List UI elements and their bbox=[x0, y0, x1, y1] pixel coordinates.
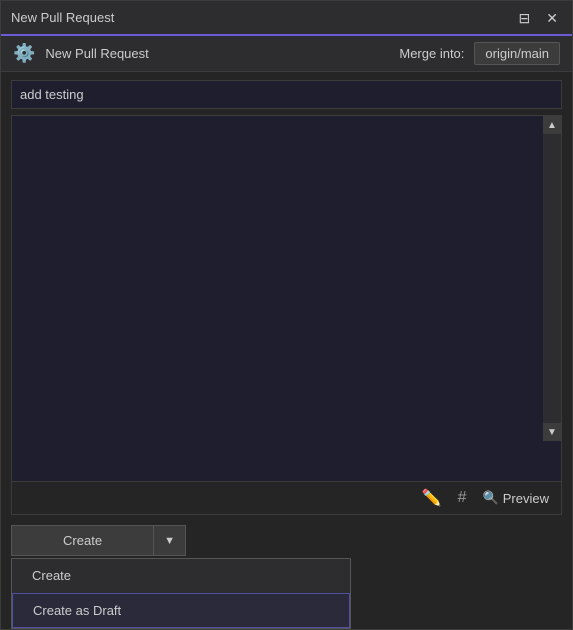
create-button[interactable]: Create bbox=[11, 525, 153, 556]
scroll-track bbox=[543, 134, 561, 423]
pin-icon: ⊟ bbox=[519, 10, 531, 26]
create-button-group: Create ▼ bbox=[11, 525, 186, 556]
editor-scrollbar: ▲ ▼ bbox=[543, 116, 561, 441]
description-textarea[interactable] bbox=[12, 116, 561, 481]
editor-toolbar: ✏️ # 🔍 Preview bbox=[12, 481, 561, 514]
create-dropdown-toggle[interactable]: ▼ bbox=[153, 525, 186, 556]
toolbar: ⚙️ New Pull Request Merge into: origin/m… bbox=[1, 36, 572, 72]
title-bar: New Pull Request ⊟ ✕ bbox=[1, 1, 572, 36]
chevron-down-icon: ▼ bbox=[164, 535, 175, 547]
title-bar-actions: ⊟ ✕ bbox=[515, 9, 562, 27]
window-title: New Pull Request bbox=[11, 10, 515, 25]
pr-icon: ⚙️ bbox=[13, 43, 35, 64]
edit-tool-button[interactable]: ✏️ bbox=[418, 486, 446, 510]
scroll-down-button[interactable]: ▼ bbox=[543, 423, 561, 441]
close-button[interactable]: ✕ bbox=[542, 9, 562, 27]
preview-label: Preview bbox=[503, 491, 549, 506]
hash-icon: # bbox=[458, 489, 467, 507]
preview-button[interactable]: 🔍 Preview bbox=[479, 488, 553, 508]
scroll-up-button[interactable]: ▲ bbox=[543, 116, 561, 134]
create-menu-item[interactable]: Create bbox=[12, 559, 350, 592]
create-as-draft-menu-item[interactable]: Create as Draft bbox=[12, 593, 350, 628]
description-editor: ▲ ▼ ✏️ # 🔍 Preview bbox=[11, 115, 562, 515]
toolbar-label: New Pull Request bbox=[45, 46, 148, 61]
branch-label: origin/main bbox=[474, 42, 560, 65]
new-pull-request-window: New Pull Request ⊟ ✕ ⚙️ New Pull Request… bbox=[0, 0, 573, 630]
preview-icon: 🔍 bbox=[483, 490, 499, 506]
hash-tool-button[interactable]: # bbox=[454, 487, 471, 509]
pencil-icon: ✏️ bbox=[422, 488, 442, 508]
bottom-bar: Create ▼ Create Create as Draft bbox=[1, 515, 572, 629]
merge-into-label: Merge into: bbox=[399, 46, 464, 61]
create-dropdown-menu: Create Create as Draft bbox=[11, 558, 351, 629]
pin-button[interactable]: ⊟ bbox=[515, 9, 535, 27]
pr-title-input[interactable] bbox=[11, 80, 562, 109]
close-icon: ✕ bbox=[546, 10, 558, 26]
content-area: ▲ ▼ ✏️ # 🔍 Preview bbox=[1, 72, 572, 515]
